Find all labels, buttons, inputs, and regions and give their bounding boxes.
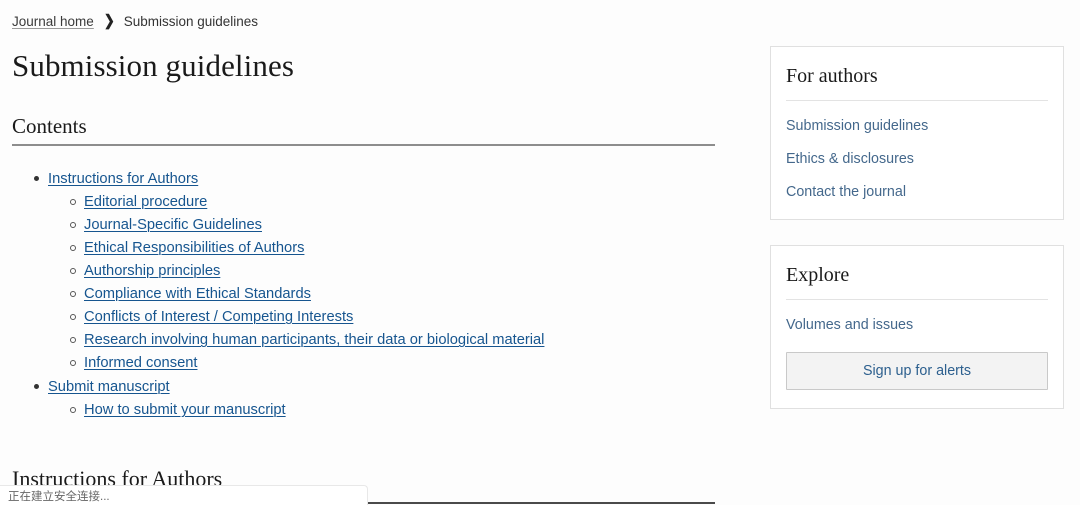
page-root: Journal home ❯ Submission guidelines Sub… (0, 0, 1080, 505)
toc-sublink[interactable]: Ethical Responsibilities of Authors (84, 237, 304, 260)
for-authors-link[interactable]: Contact the journal (786, 183, 1048, 201)
toc-sublist: Editorial procedure Journal-Specific Guid… (48, 191, 751, 375)
for-authors-link-list: Submission guidelines Ethics & disclosure… (786, 107, 1048, 219)
status-bar-text: 正在建立安全连接... (8, 490, 110, 503)
toc-link[interactable]: Submit manuscript (48, 376, 170, 399)
bullet-circle-icon (70, 337, 76, 343)
toc-subitem: Compliance with Ethical Standards (70, 283, 751, 306)
toc-sublink[interactable]: Editorial procedure (84, 191, 207, 214)
toc-sublink[interactable]: Compliance with Ethical Standards (84, 283, 311, 306)
explore-link-list: Volumes and issues (786, 316, 1048, 334)
toc-sublink[interactable]: How to submit your manuscript (84, 399, 286, 422)
sign-up-for-alerts-button[interactable]: Sign up for alerts (786, 352, 1048, 390)
page-title: Submission guidelines (12, 48, 294, 83)
bullet-disc-icon (34, 176, 39, 181)
toc-subitem: Informed consent (70, 352, 751, 375)
explore-link[interactable]: Volumes and issues (786, 316, 1048, 334)
bullet-circle-icon (70, 199, 76, 205)
for-authors-link[interactable]: Submission guidelines (786, 117, 1048, 135)
toc-subitem: Research involving human participants, t… (70, 329, 751, 352)
chevron-right-icon: ❯ (103, 11, 115, 30)
toc-sublink[interactable]: Informed consent (84, 352, 197, 375)
bullet-circle-icon (70, 222, 76, 228)
contents-heading: Contents (12, 114, 87, 138)
toc-sublink[interactable]: Journal-Specific Guidelines (84, 214, 262, 237)
for-authors-link[interactable]: Ethics & disclosures (786, 150, 1048, 168)
breadcrumb-link-journal-home[interactable]: Journal home (12, 14, 94, 29)
contents-divider (12, 144, 715, 146)
bullet-circle-icon (70, 245, 76, 251)
panel-title-for-authors: For authors (786, 65, 878, 87)
panel-divider (786, 299, 1048, 300)
panel-divider (786, 100, 1048, 101)
panel-explore: Explore Volumes and issues Sign up for a… (770, 245, 1064, 409)
toc-subitem: Ethical Responsibilities of Authors (70, 237, 751, 260)
bullet-circle-icon (70, 360, 76, 366)
toc-subitem: How to submit your manuscript (70, 399, 751, 422)
table-of-contents: Instructions for Authors Editorial proced… (12, 168, 751, 423)
toc-item: Instructions for Authors Editorial proced… (34, 168, 751, 375)
panel-for-authors: For authors Submission guidelines Ethics … (770, 46, 1064, 220)
panel-title-explore: Explore (786, 264, 850, 286)
breadcrumb-current: Submission guidelines (123, 13, 259, 29)
toc-subitem: Conflicts of Interest / Competing Intere… (70, 306, 751, 329)
breadcrumb: Journal home ❯ Submission guidelines (12, 11, 259, 30)
toc-sublist: How to submit your manuscript (48, 399, 751, 422)
toc-subitem: Editorial procedure (70, 191, 751, 214)
toc-sublink[interactable]: Authorship principles (84, 260, 220, 283)
bullet-circle-icon (70, 268, 76, 274)
browser-status-bar: 正在建立安全连接... (0, 485, 368, 505)
sidebar: For authors Submission guidelines Ethics … (770, 46, 1064, 409)
toc-sublink[interactable]: Research involving human participants, t… (84, 329, 544, 352)
bullet-circle-icon (70, 291, 76, 297)
toc-item: Submit manuscript How to submit your manu… (34, 376, 751, 422)
bullet-disc-icon (34, 384, 39, 389)
bullet-circle-icon (70, 407, 76, 413)
toc-sublink[interactable]: Conflicts of Interest / Competing Intere… (84, 306, 353, 329)
toc-subitem: Authorship principles (70, 260, 751, 283)
toc-link[interactable]: Instructions for Authors (48, 168, 198, 191)
bullet-circle-icon (70, 314, 76, 320)
toc-subitem: Journal-Specific Guidelines (70, 214, 751, 237)
explore-body: Volumes and issues Sign up for alerts (786, 306, 1048, 408)
